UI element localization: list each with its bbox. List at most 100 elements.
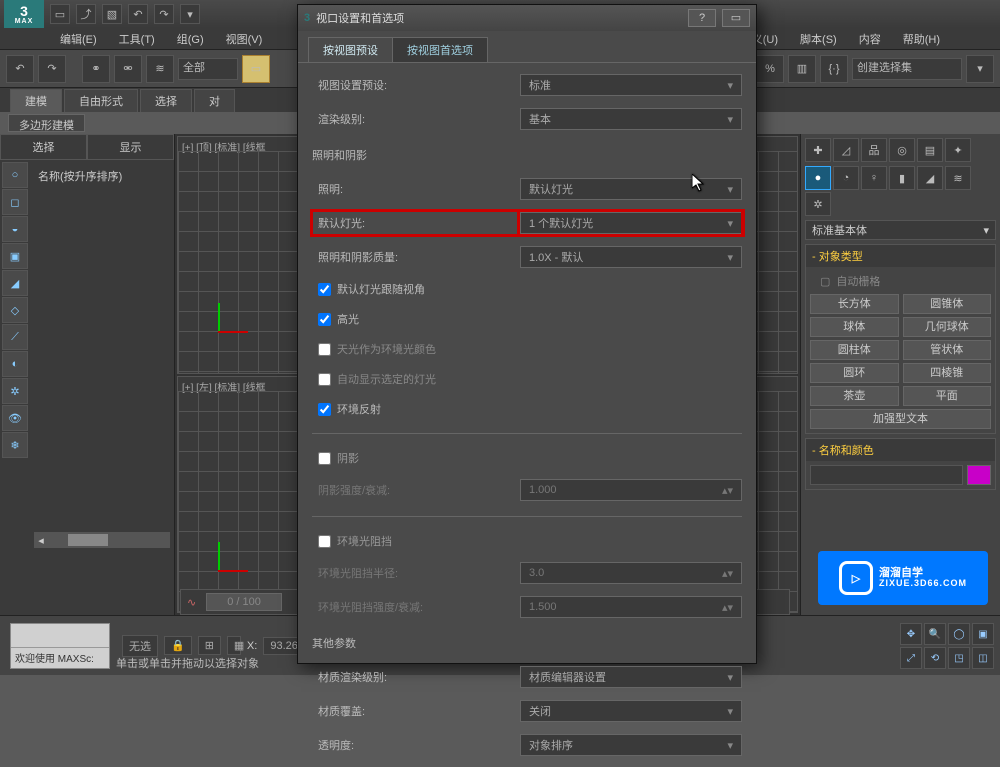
- check-highlight[interactable]: 高光: [312, 309, 742, 329]
- tab-modeling[interactable]: 建模: [10, 89, 62, 112]
- filter-camera-icon[interactable]: ▣: [2, 243, 28, 269]
- lights-icon[interactable]: ♀: [861, 166, 887, 190]
- tab-freeform[interactable]: 自由形式: [64, 89, 138, 112]
- motion-tab-icon[interactable]: ◎: [889, 138, 915, 162]
- bind-btn[interactable]: ≋: [146, 55, 174, 83]
- dropdown-icon[interactable]: ▾: [966, 55, 994, 83]
- tab-per-view-preset[interactable]: 按视图预设: [308, 37, 393, 62]
- filter-eye-icon[interactable]: 👁: [2, 405, 28, 431]
- named-sel-set[interactable]: 创建选择集: [852, 58, 962, 80]
- filter-helper-icon[interactable]: ◢: [2, 270, 28, 296]
- rollout-title-objtype[interactable]: 对象类型: [806, 245, 995, 267]
- curve-editor-btn[interactable]: {·}: [820, 55, 848, 83]
- btn-cylinder[interactable]: 圆柱体: [810, 340, 899, 360]
- filter-shape-icon[interactable]: ◻: [2, 189, 28, 215]
- dialog-titlebar[interactable]: 3 视口设置和首选项 ? ▭: [298, 5, 756, 31]
- geometry-icon[interactable]: ●: [805, 166, 831, 190]
- app-logo[interactable]: 3MAX: [4, 0, 44, 28]
- quality-select[interactable]: 1.0X - 默认: [520, 246, 742, 268]
- renderlvl-select[interactable]: 基本: [520, 108, 742, 130]
- filter-freeze-icon[interactable]: ❄: [2, 432, 28, 458]
- filter-light-icon[interactable]: ◒: [2, 216, 28, 242]
- ribbon-polymodel[interactable]: 多边形建模: [8, 114, 85, 132]
- left-tab-display[interactable]: 显示: [87, 134, 174, 160]
- time-slider-thumb[interactable]: 0 / 100: [206, 593, 282, 611]
- filter-space-icon[interactable]: ◇: [2, 297, 28, 323]
- preset-select[interactable]: 标准: [520, 74, 742, 96]
- redo-btn[interactable]: ↷: [38, 55, 66, 83]
- systems-icon[interactable]: ✲: [805, 192, 831, 216]
- check-shadow[interactable]: 阴影: [312, 448, 742, 468]
- check-autoshow[interactable]: 自动显示选定的灯光: [312, 369, 742, 389]
- lighting-select[interactable]: 默认灯光: [520, 178, 742, 200]
- object-name-input[interactable]: [810, 465, 963, 485]
- filter-geom-icon[interactable]: ○: [2, 162, 28, 188]
- tab-obj[interactable]: 对: [194, 89, 235, 112]
- nav-c-icon[interactable]: ◳: [948, 647, 970, 669]
- check-ao[interactable]: 环境光阻挡: [312, 531, 742, 551]
- nav-b-icon[interactable]: ⟲: [924, 647, 946, 669]
- save-icon[interactable]: ▧: [102, 4, 122, 24]
- open-icon[interactable]: ⤴: [76, 4, 96, 24]
- btn-pyramid[interactable]: 四棱锥: [903, 363, 992, 383]
- filter-b-icon[interactable]: ✲: [2, 378, 28, 404]
- new-icon[interactable]: ▭: [50, 4, 70, 24]
- btn-box[interactable]: 长方体: [810, 294, 899, 314]
- btn-geosphere[interactable]: 几何球体: [903, 317, 992, 337]
- shapes-icon[interactable]: ◔: [833, 166, 859, 190]
- btn-textplus[interactable]: 加强型文本: [810, 409, 991, 429]
- trans-select[interactable]: 对象排序: [520, 734, 742, 756]
- link-btn[interactable]: ⚭: [82, 55, 110, 83]
- menu-content[interactable]: 内容: [849, 29, 891, 49]
- nav-max-icon[interactable]: ◫: [972, 647, 994, 669]
- spacewarp-icon[interactable]: ≋: [945, 166, 971, 190]
- filter-a-icon[interactable]: ◐: [2, 351, 28, 377]
- cameras-icon[interactable]: ▮: [889, 166, 915, 190]
- undo-icon[interactable]: ↶: [128, 4, 148, 24]
- btn-sphere[interactable]: 球体: [810, 317, 899, 337]
- undo-btn[interactable]: ↶: [6, 55, 34, 83]
- selection-filter[interactable]: 全部: [178, 58, 238, 80]
- helpers-icon[interactable]: ◢: [917, 166, 943, 190]
- btn-tube[interactable]: 管状体: [903, 340, 992, 360]
- coord-plus-icon[interactable]: ▦: [227, 636, 241, 655]
- percent-btn[interactable]: %: [756, 55, 784, 83]
- create-tab-icon[interactable]: ✚: [805, 138, 831, 162]
- left-tab-select[interactable]: 选择: [0, 134, 87, 160]
- hierarchy-tab-icon[interactable]: 品: [861, 138, 887, 162]
- matlevel-select[interactable]: 材质编辑器设置: [520, 666, 742, 688]
- redo-icon[interactable]: ↷: [154, 4, 174, 24]
- autogrid-check[interactable]: ▢ 自动栅格: [810, 271, 991, 291]
- lock-icon[interactable]: 🔒: [164, 636, 192, 655]
- tab-select[interactable]: 选择: [140, 89, 192, 112]
- default-light-select[interactable]: 1 个默认灯光: [520, 212, 742, 234]
- btn-cone[interactable]: 圆锥体: [903, 294, 992, 314]
- check-skylight[interactable]: 天光作为环境光颜色: [312, 339, 742, 359]
- menu-help[interactable]: 帮助(H): [893, 29, 950, 49]
- tab-per-view-pref[interactable]: 按视图首选项: [392, 37, 488, 62]
- dialog-help-icon[interactable]: ?: [688, 9, 716, 27]
- check-follow[interactable]: 默认灯光跟随视角: [312, 279, 742, 299]
- modify-tab-icon[interactable]: ◿: [833, 138, 859, 162]
- nav-orbit-icon[interactable]: ◯: [948, 623, 970, 645]
- scene-list[interactable]: 名称(按升序排序) ◂: [30, 160, 174, 615]
- plus-icon[interactable]: ▾: [180, 4, 200, 24]
- nav-fov-icon[interactable]: ▣: [972, 623, 994, 645]
- rollout-title-namecolor[interactable]: 名称和颜色: [806, 439, 995, 461]
- btn-teapot[interactable]: 茶壶: [810, 386, 899, 406]
- menu-edit[interactable]: 编辑(E): [50, 29, 107, 49]
- matov-select[interactable]: 关闭: [520, 700, 742, 722]
- unlink-btn[interactable]: ⚮: [114, 55, 142, 83]
- btn-torus[interactable]: 圆环: [810, 363, 899, 383]
- menu-tools[interactable]: 工具(T): [109, 29, 165, 49]
- filter-bone-icon[interactable]: ⟋: [2, 324, 28, 350]
- mirror-btn[interactable]: ▥: [788, 55, 816, 83]
- btn-plane[interactable]: 平面: [903, 386, 992, 406]
- display-tab-icon[interactable]: ▤: [917, 138, 943, 162]
- check-envrefl[interactable]: 环境反射: [312, 399, 742, 419]
- menu-view[interactable]: 视图(V): [216, 29, 273, 49]
- select-object-btn[interactable]: ▭: [242, 55, 270, 83]
- coord-grid-icon[interactable]: ⊞: [198, 636, 221, 655]
- nav-pan-icon[interactable]: ✥: [900, 623, 922, 645]
- menu-group[interactable]: 组(G): [167, 29, 214, 49]
